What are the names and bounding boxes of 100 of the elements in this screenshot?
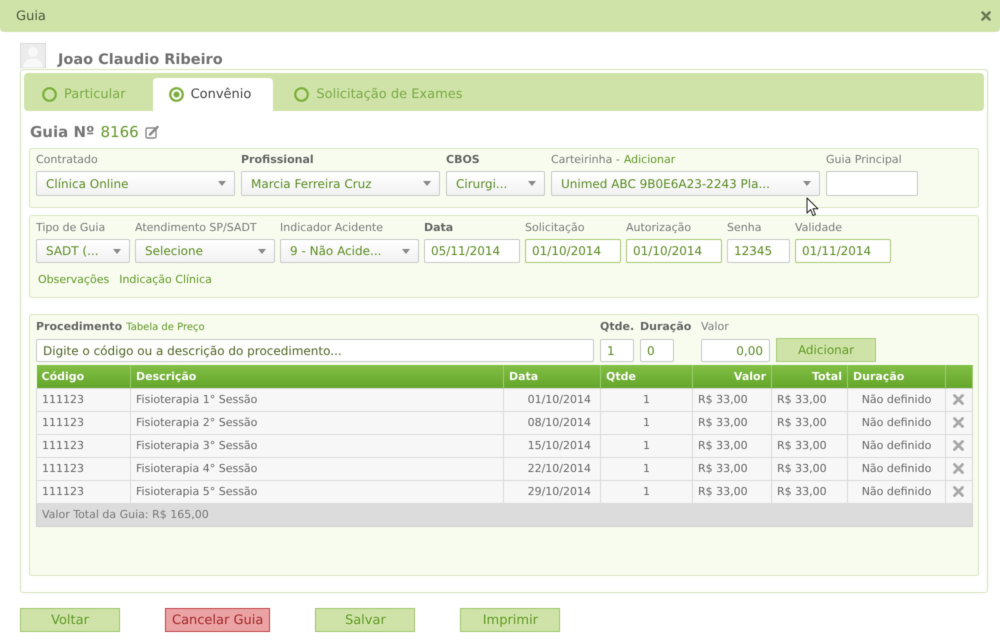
procedure-search-field[interactable]: Digite o código ou a descrição do procedimento...: [36, 339, 594, 362]
caret-icon: [528, 181, 536, 186]
table-cell: 111123: [36, 480, 130, 503]
caret-icon: [258, 248, 266, 254]
tab[interactable]: Particular: [26, 78, 148, 111]
dropdown[interactable]: Marcia Ferreira Cruz: [241, 171, 440, 196]
field-label: Data: [424, 221, 454, 235]
table-cell: 01/10/2014: [504, 388, 600, 411]
table-cell: Fisioterapia 5° Sessão: [130, 480, 504, 503]
field-label: Senha: [727, 221, 762, 235]
table-footer: Valor Total da Guia: R$ 165,00: [36, 503, 972, 526]
caret-icon: [402, 248, 410, 254]
guide-heading: Guia Nº: [30, 122, 94, 140]
action-button[interactable]: Imprimir: [460, 608, 560, 632]
field-label: Procedimento: [36, 320, 122, 334]
edit-icon[interactable]: [144, 124, 159, 138]
field-label: CBOS: [446, 153, 480, 167]
table-cell: Fisioterapia 3° Sessão: [130, 434, 504, 457]
table-cell: R$ 33,00: [692, 457, 772, 480]
delete-icon[interactable]: [953, 394, 964, 405]
field-label: Valor: [701, 320, 729, 334]
delete-icon[interactable]: [953, 440, 964, 451]
duration-field[interactable]: 0: [640, 339, 674, 362]
dropdown[interactable]: Clínica Online: [36, 171, 235, 196]
text-field[interactable]: 01/10/2014: [626, 239, 722, 263]
column-header: Código: [36, 365, 130, 388]
caret-icon: [113, 248, 121, 254]
table-cell: R$ 33,00: [772, 411, 848, 434]
table-cell: 08/10/2014: [504, 411, 600, 434]
table-cell: 111123: [36, 411, 130, 434]
table-cell: Não definido: [848, 434, 946, 457]
table-cell: 111123: [36, 457, 130, 480]
caret-icon: [803, 181, 811, 186]
text-link[interactable]: Indicação Clínica: [119, 273, 212, 287]
field-label: Qtde.: [600, 320, 634, 334]
table-cell: Não definido: [848, 457, 946, 480]
delete-icon[interactable]: [953, 486, 964, 497]
column-header: Qtde: [600, 365, 692, 388]
window-title: Guia: [16, 8, 46, 24]
table-cell: 29/10/2014: [504, 480, 600, 503]
text-field[interactable]: 05/11/2014: [424, 239, 520, 263]
table-cell: R$ 33,00: [772, 388, 848, 411]
table-cell: R$ 33,00: [772, 457, 848, 480]
column-header: Total: [772, 365, 848, 388]
close-icon[interactable]: [981, 11, 991, 21]
table-cell: R$ 33,00: [692, 434, 772, 457]
field-label: Carteirinha -: [551, 153, 620, 167]
delete-icon[interactable]: [953, 417, 964, 428]
add-link[interactable]: Adicionar: [624, 153, 676, 167]
table-cell: 15/10/2014: [504, 434, 600, 457]
text-link[interactable]: Observações: [38, 273, 110, 287]
table-cell: Fisioterapia 2° Sessão: [130, 411, 504, 434]
table-cell: Não definido: [848, 388, 946, 411]
dropdown[interactable]: 9 - Não Acide...: [280, 239, 419, 263]
table-cell: Não definido: [848, 411, 946, 434]
value-field[interactable]: 0,00: [701, 339, 770, 362]
table-cell: Não definido: [848, 480, 946, 503]
caret-icon: [423, 181, 431, 186]
action-button[interactable]: Voltar: [20, 608, 120, 632]
text-field[interactable]: 01/11/2014: [795, 239, 891, 263]
tab[interactable]: Solicitação de Exames: [278, 78, 485, 111]
dropdown[interactable]: Selecione: [135, 239, 275, 263]
table-cell: R$ 33,00: [692, 388, 772, 411]
radio-icon: [294, 87, 310, 102]
dropdown[interactable]: Unimed ABC 9B0E6A23-2243 Pla...: [551, 171, 820, 196]
table-cell: Fisioterapia 4° Sessão: [130, 457, 504, 480]
table-cell: 1: [600, 457, 692, 480]
text-field[interactable]: 12345: [727, 239, 790, 263]
quantity-field[interactable]: 1: [600, 339, 634, 362]
column-header: Descrição: [130, 365, 504, 388]
column-header: Duração: [848, 365, 946, 388]
table-cell: R$ 33,00: [772, 480, 848, 503]
dropdown[interactable]: Cirurgi...: [446, 171, 545, 196]
dropdown[interactable]: SADT (...: [36, 239, 130, 263]
table-cell: 1: [600, 480, 692, 503]
table-cell: 1: [600, 411, 692, 434]
table-cell: R$ 33,00: [692, 411, 772, 434]
add-button[interactable]: Adicionar: [776, 338, 876, 362]
field-label: Solicitação: [525, 221, 585, 235]
column-header: Valor: [692, 365, 772, 388]
cancel-button[interactable]: Cancelar Guia: [165, 608, 270, 632]
radio-icon: [42, 87, 57, 102]
field-label: Guia Principal: [826, 153, 902, 167]
delete-icon[interactable]: [953, 463, 964, 474]
table-cell: 1: [600, 434, 692, 457]
column-header: Data: [504, 365, 600, 388]
field-label: Contratado: [36, 153, 98, 167]
price-table-link[interactable]: Tabela de Preço: [126, 321, 205, 335]
field-label: Tipo de Guia: [36, 221, 106, 235]
mouse-pointer-icon: [806, 197, 819, 217]
field-label: Indicador Acidente: [280, 221, 384, 235]
field-label: Atendimento SP/SADT: [135, 221, 257, 235]
table-cell: 22/10/2014: [504, 457, 600, 480]
tab[interactable]: Convênio: [152, 78, 274, 111]
caret-icon: [218, 181, 226, 186]
text-field[interactable]: [826, 171, 918, 196]
patient-name: Joao Claudio Ribeiro: [58, 52, 223, 69]
guide-number: 8166: [100, 122, 139, 140]
text-field[interactable]: 01/10/2014: [525, 239, 621, 263]
action-button[interactable]: Salvar: [315, 608, 416, 632]
